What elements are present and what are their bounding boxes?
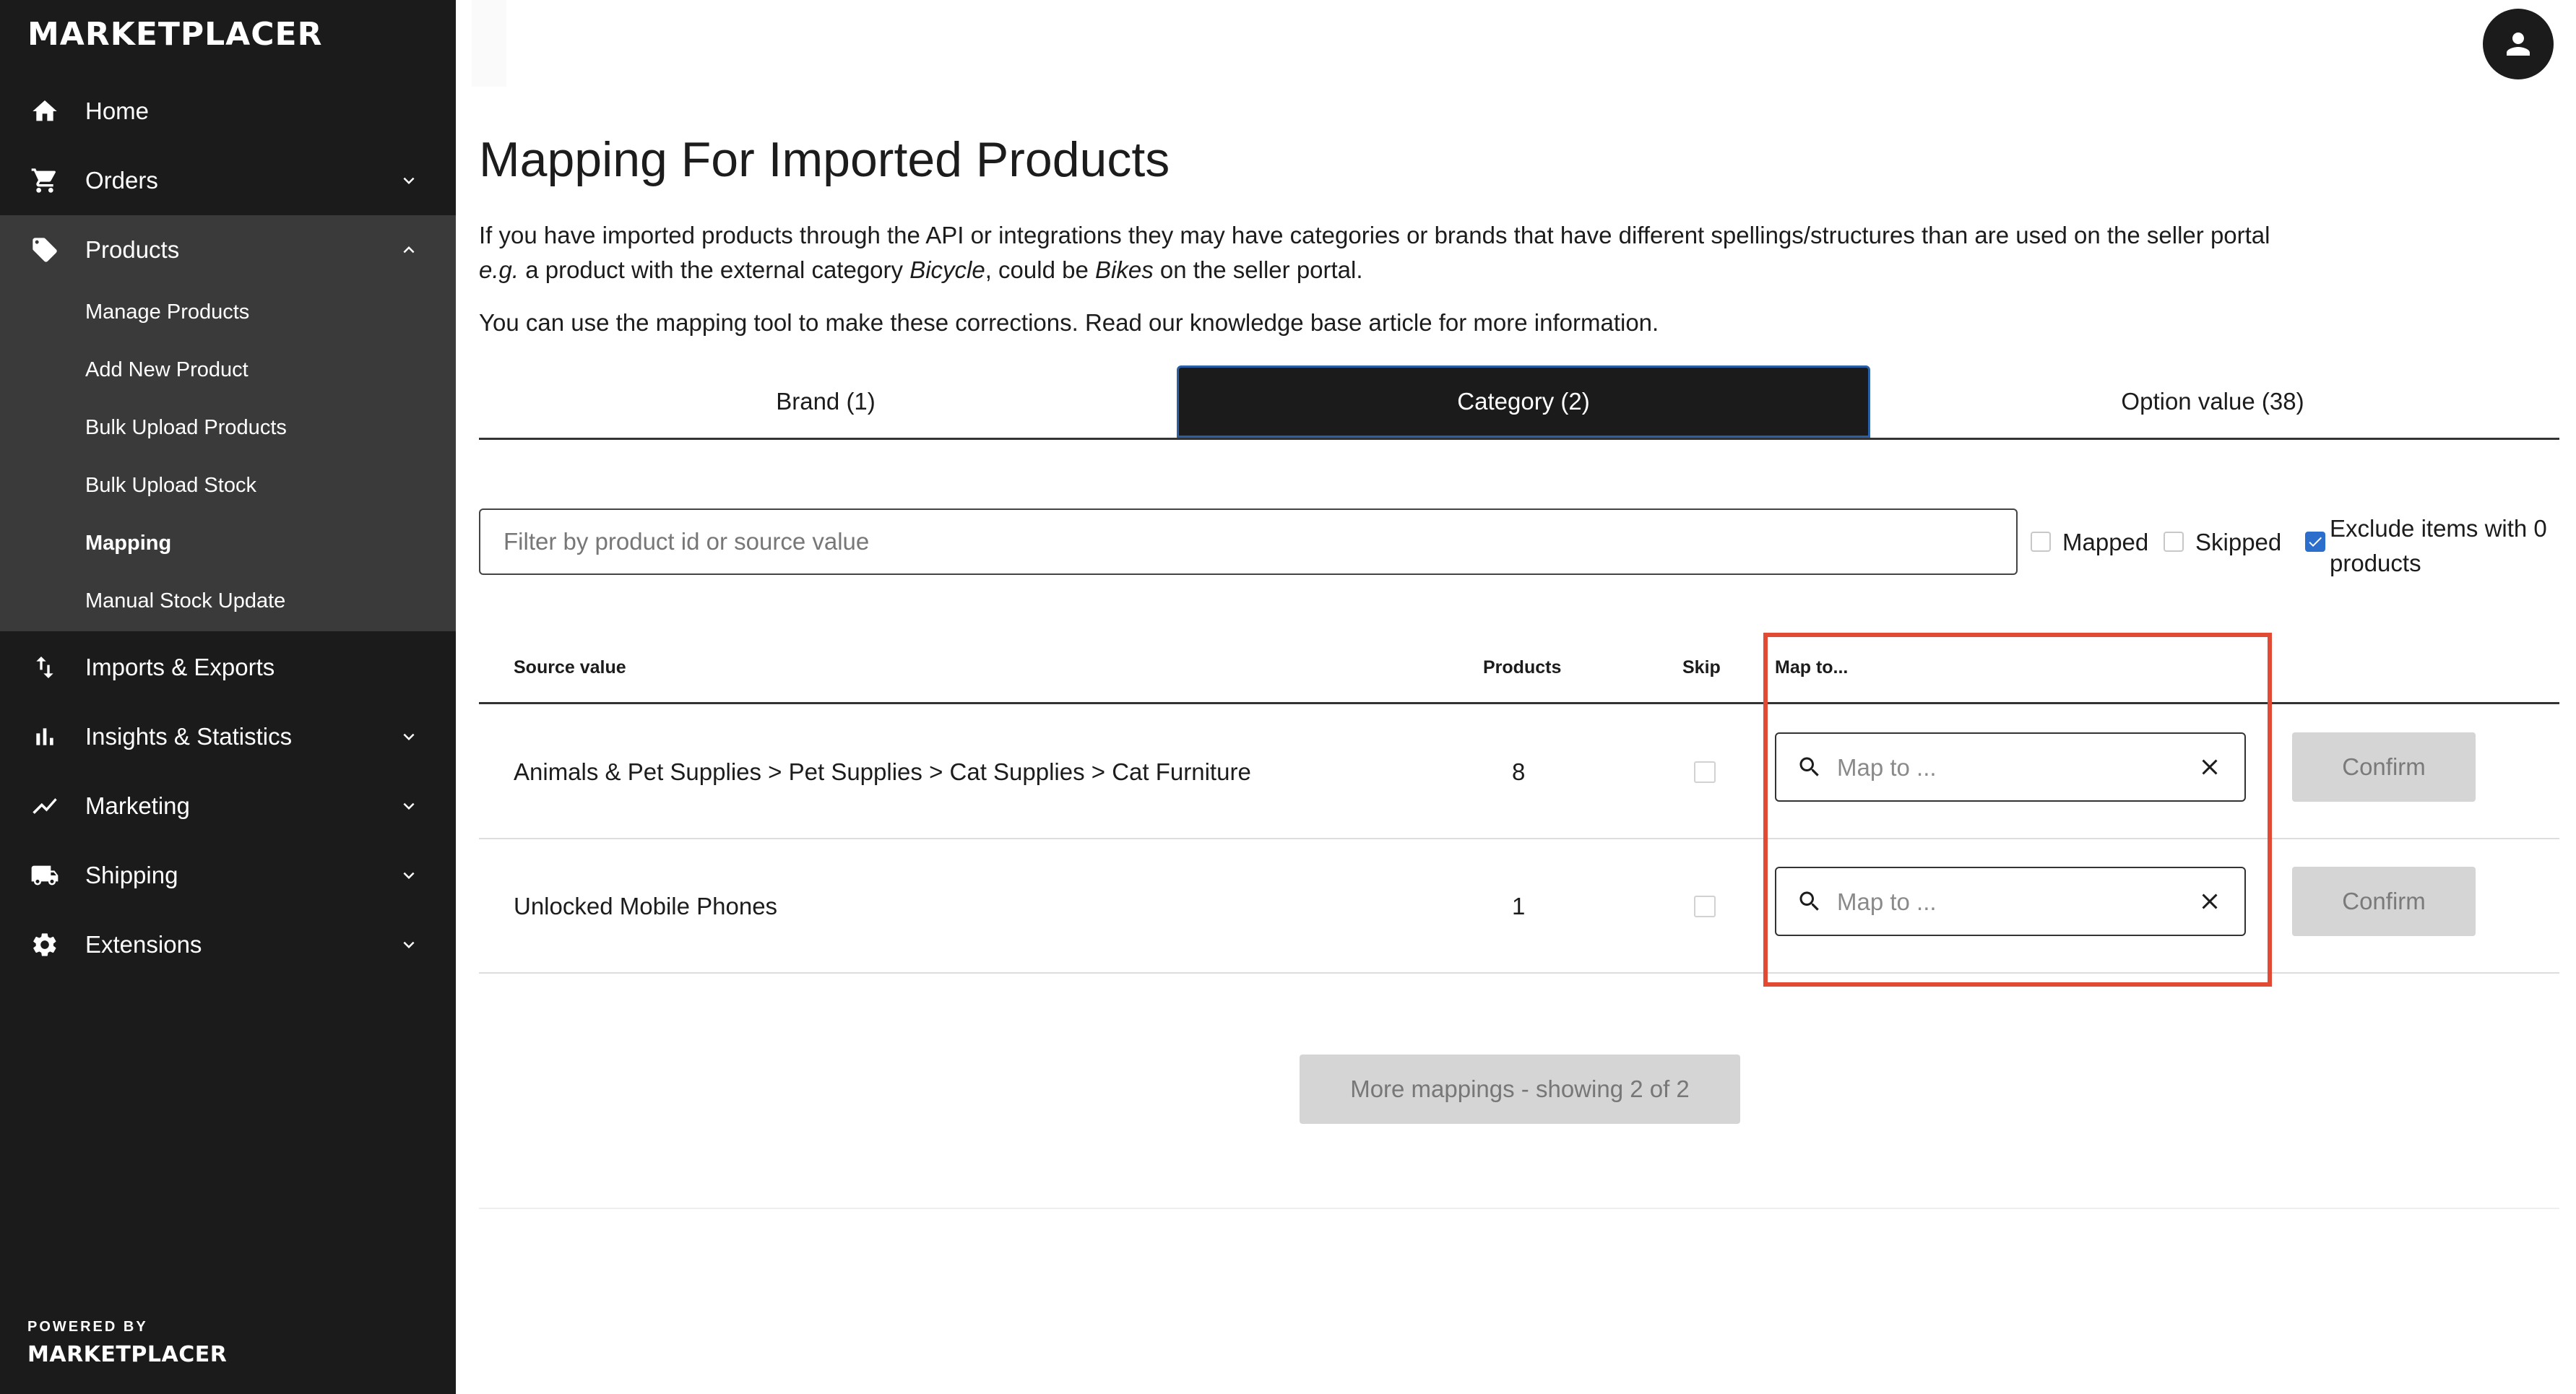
nav-label: Extensions: [85, 931, 202, 958]
submenu-add-new-product[interactable]: Add New Product: [85, 358, 248, 382]
nav-marketing[interactable]: Marketing: [0, 771, 456, 841]
filter-input[interactable]: [479, 508, 2018, 575]
intro-bikes: Bikes: [1095, 256, 1154, 283]
header-skip: Skip: [1682, 657, 1721, 677]
mapping-tabs: Brand (1) Category (2) Option value (38): [479, 365, 2559, 440]
mapped-label: Mapped: [2062, 529, 2149, 555]
cart-icon: [27, 163, 62, 198]
mapped-checkbox[interactable]: [2031, 532, 2051, 552]
nav-label: Shipping: [85, 862, 178, 888]
header-source-value: Source value: [514, 657, 626, 677]
tab-option-value[interactable]: Option value (38): [1866, 365, 2559, 438]
nav-shipping[interactable]: Shipping: [0, 841, 456, 910]
nav-label: Imports & Exports: [85, 654, 275, 680]
nav-extensions[interactable]: Extensions: [0, 910, 456, 979]
submenu-manage-products[interactable]: Manage Products: [85, 300, 249, 324]
skipped-label: Skipped: [2195, 529, 2282, 555]
intro-bicycle: Bicycle: [909, 256, 985, 283]
header-products: Products: [1483, 657, 1562, 677]
nav-products[interactable]: Products: [0, 215, 456, 285]
submenu-bulk-upload-stock[interactable]: Bulk Upload Stock: [85, 474, 256, 498]
user-avatar-button[interactable]: [2483, 9, 2554, 79]
nav-orders[interactable]: Orders: [0, 146, 456, 215]
bar-chart-icon: [27, 719, 62, 754]
intro-mid-1: a product with the external category: [519, 256, 910, 283]
products-count-cell: 1: [1512, 893, 1526, 919]
chevron-down-icon[interactable]: [396, 168, 422, 194]
exclude-label-line-2: products: [2330, 550, 2421, 576]
main-content: Mapping For Imported Products If you hav…: [456, 0, 2576, 1394]
nav-label: Home: [85, 98, 150, 124]
marketplacer-logo[interactable]: MARKETPLACER: [27, 16, 322, 53]
tag-icon: [27, 233, 62, 267]
skip-checkbox[interactable]: [1694, 896, 1716, 917]
source-value-cell: Animals & Pet Supplies > Pet Supplies > …: [514, 758, 1251, 785]
chevron-down-icon[interactable]: [396, 793, 422, 819]
chevron-down-icon[interactable]: [396, 862, 422, 888]
chevron-down-icon[interactable]: [396, 932, 422, 958]
map-to-highlight-box: [1763, 633, 2272, 987]
submenu-bulk-upload-products[interactable]: Bulk Upload Products: [85, 416, 287, 440]
more-mappings-button[interactable]: More mappings - showing 2 of 2: [1300, 1055, 1740, 1124]
skip-checkbox[interactable]: [1694, 761, 1716, 783]
truck-icon: [27, 858, 62, 893]
page-title: Mapping For Imported Products: [479, 132, 1170, 187]
intro-mid-2: , could be: [985, 256, 1095, 283]
nav-label: Marketing: [85, 792, 190, 819]
tab-brand[interactable]: Brand (1): [479, 365, 1172, 438]
intro-paragraph-2: You can use the mapping tool to make the…: [479, 309, 1659, 336]
chevron-down-icon[interactable]: [396, 724, 422, 750]
tab-category[interactable]: Category (2): [1177, 365, 1870, 438]
checkmark-icon: [2309, 537, 2322, 547]
nav-insights-statistics[interactable]: Insights & Statistics: [0, 702, 456, 771]
submenu-mapping[interactable]: Mapping: [85, 532, 171, 555]
exclude-label-line-1: Exclude items with 0: [2330, 515, 2547, 542]
skipped-checkbox[interactable]: [2164, 532, 2184, 552]
divider: [479, 1208, 2559, 1209]
nav-imports-exports[interactable]: Imports & Exports: [0, 633, 456, 702]
exclude-zero-checkbox[interactable]: [2305, 532, 2325, 552]
footer-logo: MARKETPLACER: [27, 1342, 228, 1367]
intro-eg: e.g.: [479, 256, 519, 283]
exclude-zero-label: Exclude items with 0 products: [2330, 511, 2547, 581]
confirm-button[interactable]: Confirm: [2292, 867, 2476, 936]
nav-label: Products: [85, 236, 180, 263]
nav-label: Insights & Statistics: [85, 723, 293, 750]
topbar-placeholder: [472, 0, 506, 87]
nav-label: Orders: [85, 167, 158, 194]
products-submenu: Manage Products Add New Product Bulk Upl…: [0, 283, 456, 631]
intro-end: on the seller portal.: [1153, 256, 1363, 283]
products-count-cell: 8: [1512, 758, 1526, 785]
trend-icon: [27, 789, 62, 823]
submenu-manual-stock-update[interactable]: Manual Stock Update: [85, 589, 285, 613]
powered-by-text: POWERED BY: [27, 1319, 148, 1335]
sidebar: MARKETPLACER Home Orders Products Manage…: [0, 0, 456, 1394]
gear-icon: [27, 927, 62, 962]
confirm-button[interactable]: Confirm: [2292, 732, 2476, 802]
nav-home[interactable]: Home: [0, 77, 456, 146]
home-icon: [27, 94, 62, 129]
import-export-icon: [27, 650, 62, 685]
intro-paragraph: If you have imported products through th…: [479, 218, 2538, 287]
chevron-up-icon[interactable]: [396, 237, 422, 263]
user-icon: [2507, 33, 2530, 56]
intro-line-1: If you have imported products through th…: [479, 222, 2270, 248]
source-value-cell: Unlocked Mobile Phones: [514, 893, 778, 919]
